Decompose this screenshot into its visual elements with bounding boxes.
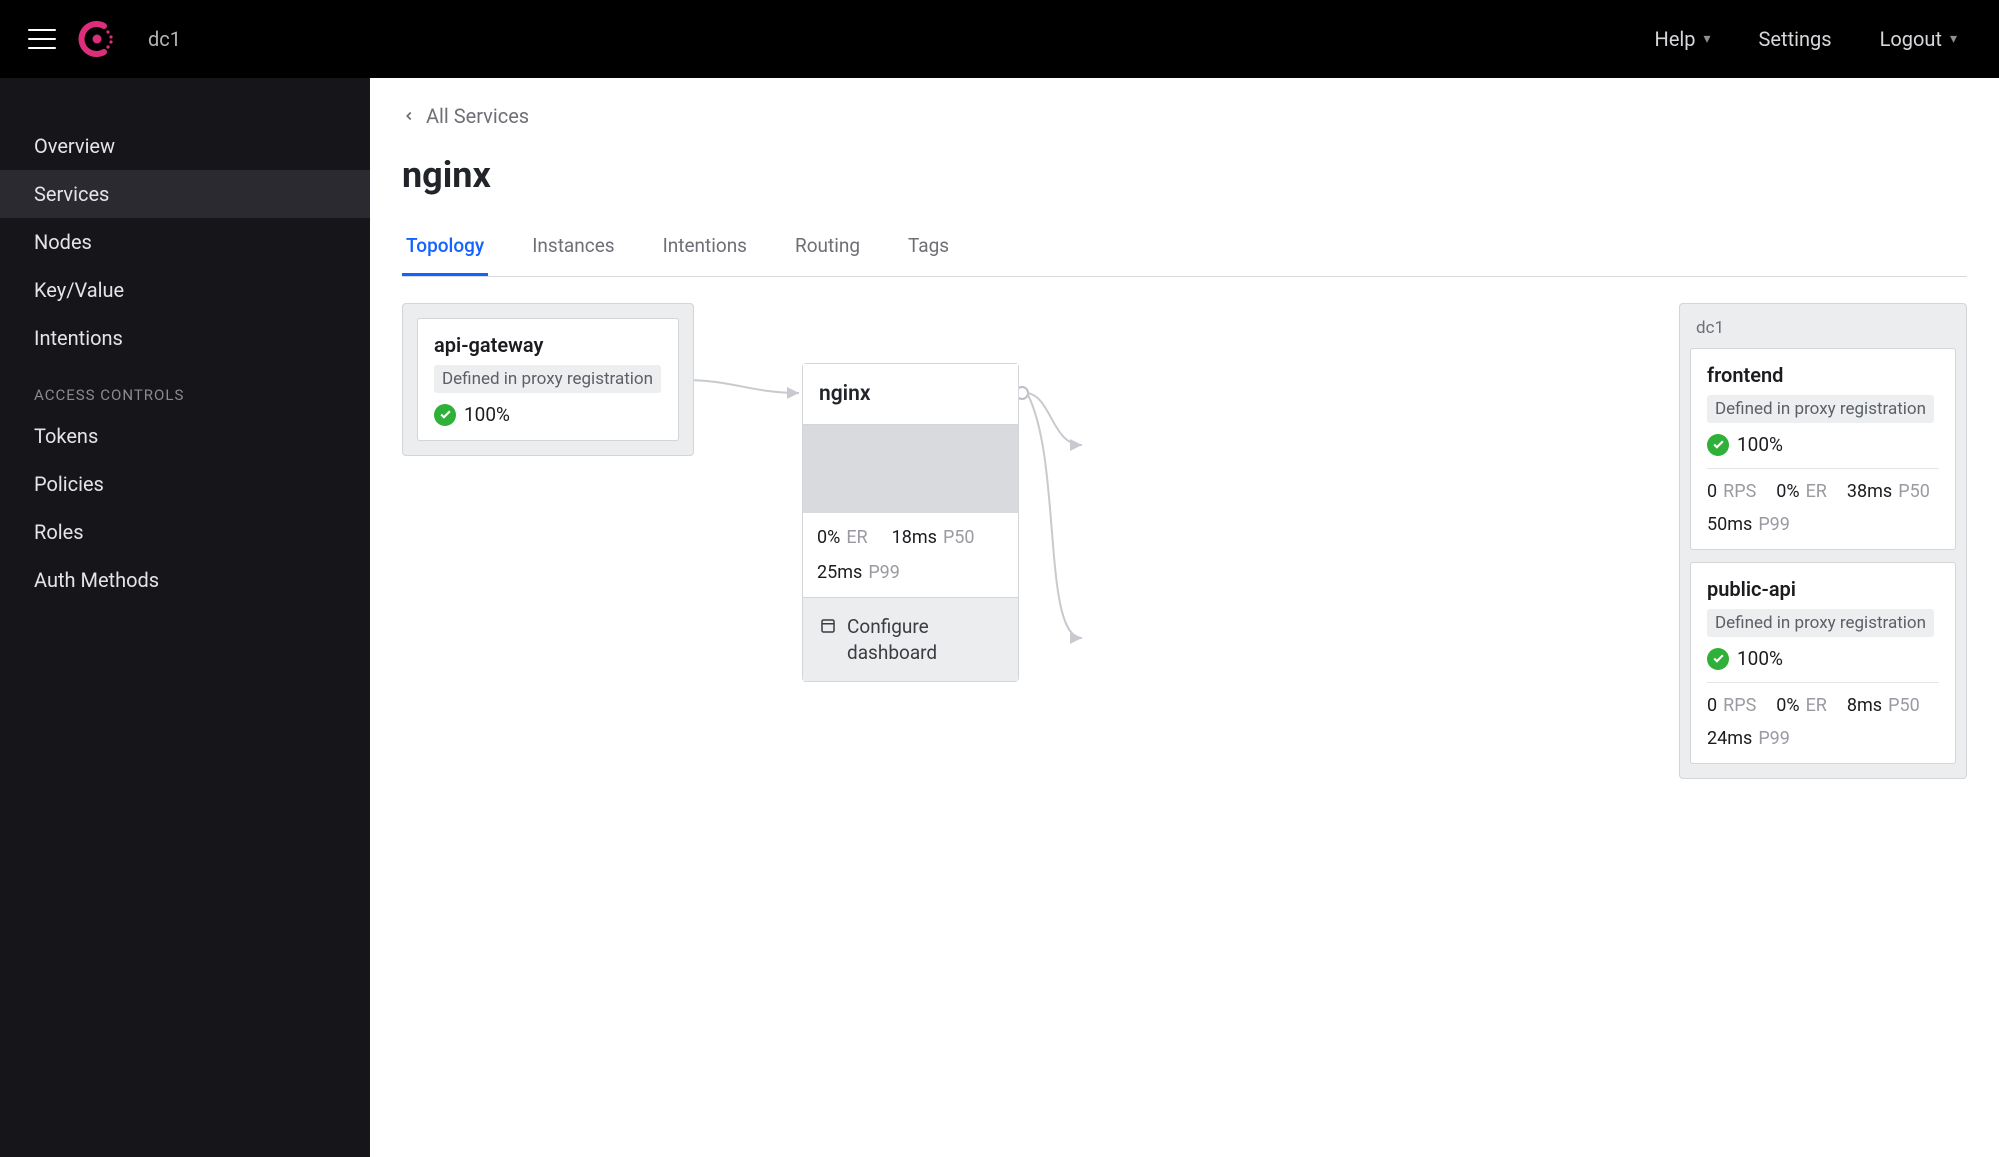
check-icon [1707,434,1729,456]
breadcrumb-label: All Services [426,104,529,128]
health-status: 100% [1707,647,1939,670]
settings-label: Settings [1759,27,1832,51]
tab-instances[interactable]: Instances [528,224,618,276]
topbar: dc1 Help ▾ Settings Logout ▾ [0,0,1999,78]
metric-p99: 24msP99 [1707,728,1790,749]
check-icon [1707,648,1729,670]
topology-canvas: api-gateway Defined in proxy registratio… [402,303,1967,843]
dashboard-icon [819,617,837,635]
metric-p50: 38msP50 [1847,481,1930,502]
center-metrics: 0% ER 18ms P50 25ms P99 [803,513,1018,597]
metric-p50: 18ms P50 [892,527,975,548]
chevron-down-icon: ▾ [1950,31,1957,47]
health-status: 100% [1707,433,1939,456]
metric-er: 0%ER [1776,481,1827,502]
metric-p99: 50msP99 [1707,514,1790,535]
service-name: api-gateway [434,333,662,357]
upstream-column: api-gateway Defined in proxy registratio… [402,303,694,456]
tab-tags[interactable]: Tags [904,224,953,276]
metrics-chart-placeholder [803,425,1018,513]
proxy-registration-badge: Defined in proxy registration [434,365,661,393]
logout-menu[interactable]: Logout ▾ [1866,27,1971,51]
sidebar-item-keyvalue[interactable]: Key/Value [0,266,370,314]
metric-p50: 8msP50 [1847,695,1920,716]
sidebar-section-access-controls: ACCESS CONTROLS [0,362,370,412]
proxy-registration-badge: Defined in proxy registration [1707,609,1934,637]
check-icon [434,404,456,426]
sidebar-item-services[interactable]: Services [0,170,370,218]
breadcrumb-back[interactable]: All Services [402,104,1999,128]
health-percent: 100% [1737,433,1783,456]
health-status: 100% [434,403,662,426]
downstream-metrics: 0RPS 0%ER 8msP50 24msP99 [1707,682,1939,749]
sidebar-item-overview[interactable]: Overview [0,122,370,170]
sidebar-item-tokens[interactable]: Tokens [0,412,370,460]
sidebar-item-roles[interactable]: Roles [0,508,370,556]
sidebar-item-intentions[interactable]: Intentions [0,314,370,362]
logout-label: Logout [1880,27,1942,51]
page-title: nginx [402,154,1999,196]
menu-icon[interactable] [28,29,56,49]
tabs: Topology Instances Intentions Routing Ta… [402,224,1967,277]
health-percent: 100% [1737,647,1783,670]
proxy-registration-badge: Defined in proxy registration [1707,395,1934,423]
main-content: All Services nginx Topology Instances In… [370,78,1999,1157]
metric-er: 0% ER [817,527,868,548]
center-service-card[interactable]: nginx 0% ER 18ms P50 25ms P99 [802,363,1019,682]
consul-logo-icon [76,18,118,60]
downstream-metrics: 0RPS 0%ER 38msP50 50msP99 [1707,468,1939,535]
tab-topology[interactable]: Topology [402,224,488,276]
metric-p99: 25ms P99 [817,562,900,583]
service-name: public-api [1707,577,1939,601]
metric-rps: 0RPS [1707,481,1756,502]
metric-er: 0%ER [1776,695,1827,716]
chevron-down-icon: ▾ [1704,31,1711,47]
downstream-card-frontend[interactable]: frontend Defined in proxy registration 1… [1690,348,1956,550]
health-percent: 100% [464,403,510,426]
sidebar-item-auth-methods[interactable]: Auth Methods [0,556,370,604]
settings-link[interactable]: Settings [1745,27,1846,51]
chevron-left-icon [402,109,416,123]
configure-dashboard-link[interactable]: Configure dashboard [803,597,1018,681]
downstream-card-public-api[interactable]: public-api Defined in proxy registration… [1690,562,1956,764]
tab-routing[interactable]: Routing [791,224,864,276]
downstream-column: dc1 frontend Defined in proxy registrati… [1679,303,1967,779]
sidebar-item-nodes[interactable]: Nodes [0,218,370,266]
upstream-card-api-gateway[interactable]: api-gateway Defined in proxy registratio… [417,318,679,441]
datacenter-label[interactable]: dc1 [148,27,181,51]
tab-intentions[interactable]: Intentions [659,224,751,276]
downstream-dc-label: dc1 [1690,314,1956,348]
service-name: frontend [1707,363,1939,387]
help-menu[interactable]: Help ▾ [1641,27,1725,51]
sidebar: Overview Services Nodes Key/Value Intent… [0,78,370,1157]
metric-rps: 0RPS [1707,695,1756,716]
service-name: nginx [803,364,1018,425]
sidebar-item-policies[interactable]: Policies [0,460,370,508]
help-label: Help [1655,27,1696,51]
